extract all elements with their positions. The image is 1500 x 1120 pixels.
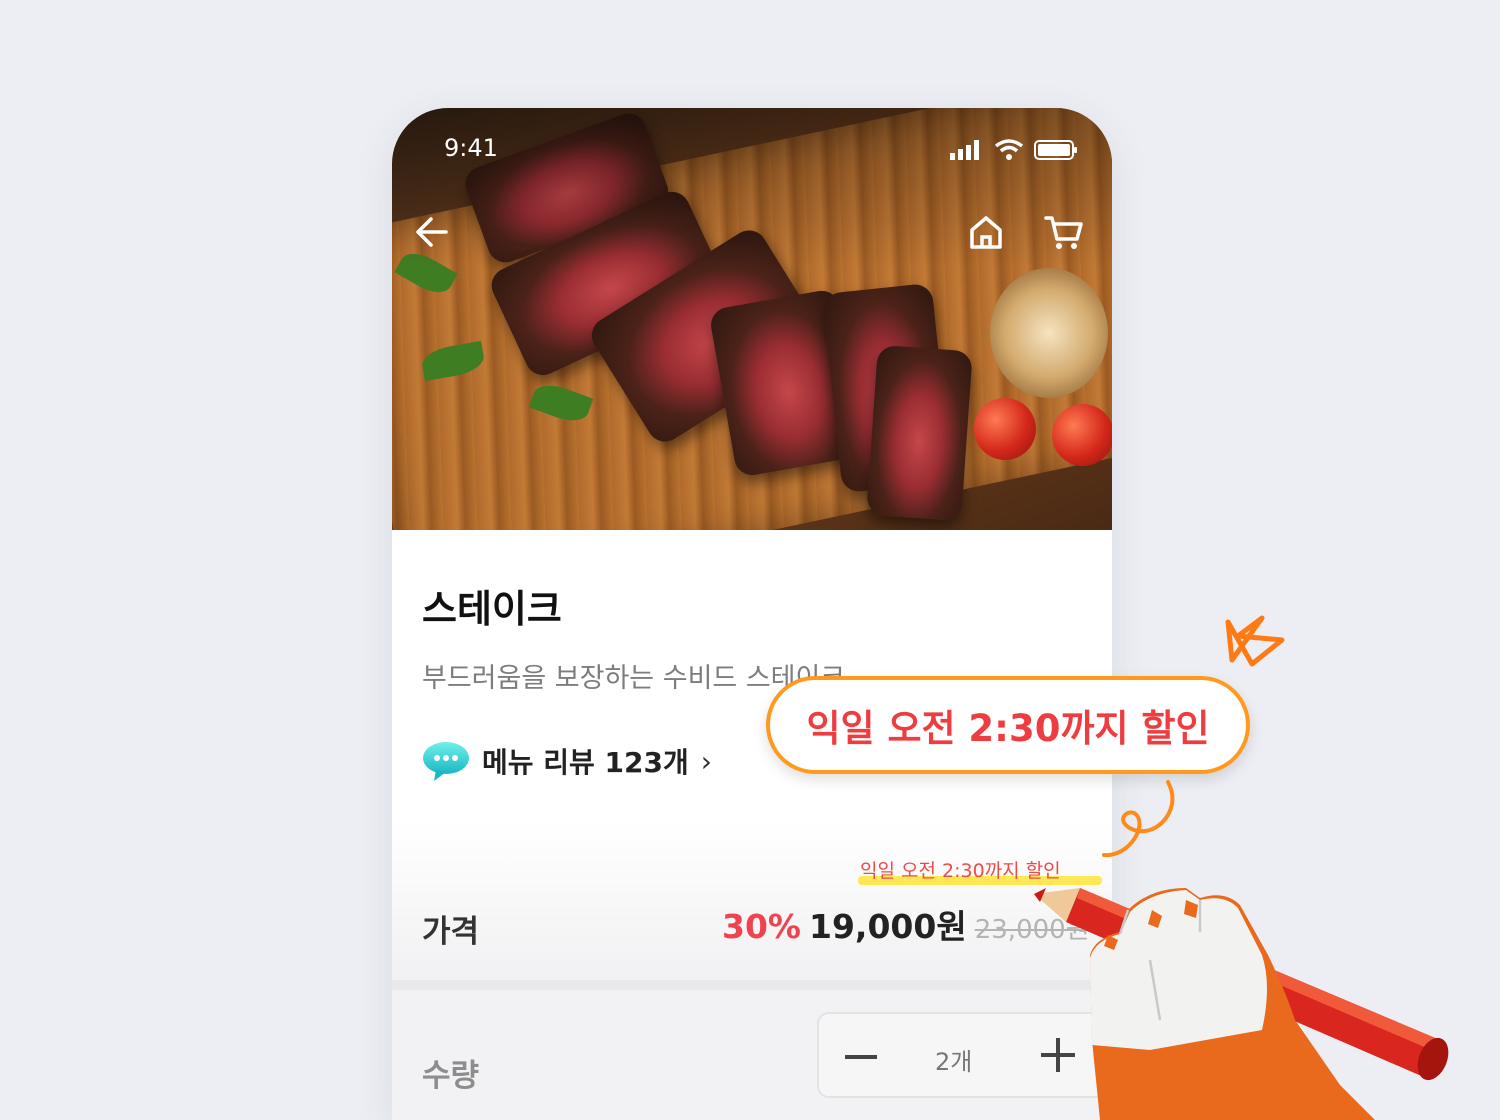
tomato (974, 398, 1036, 460)
discount-deadline-note: 익일 오전 2:30까지 할인 (860, 860, 1061, 882)
status-time: 9:41 (444, 134, 498, 162)
discount-rate: 30% (722, 907, 801, 946)
squiggle-arrow (1102, 780, 1175, 858)
quantity-label: 수량 (422, 1058, 480, 1094)
price-section: 익일 오전 2:30까지 할인 가격 30% 19,000원 23,000원 (392, 820, 1112, 980)
phone-screen: 9:41 스테이크 부드러움을 보장하는 수비드 스테이크 메뉴 리뷰 123개… (392, 108, 1112, 1120)
quantity-stepper[interactable]: 2개 (817, 1012, 1107, 1098)
quantity-value: 2개 (935, 1048, 973, 1076)
hand-icon (1090, 888, 1375, 1120)
discount-callout-bubble: 익일 오전 2:30까지 할인 (766, 676, 1250, 774)
status-icons (950, 138, 1078, 160)
product-title: 스테이크 (422, 587, 562, 631)
sale-price: 19,000원 (809, 907, 967, 946)
price-label: 가격 (422, 914, 480, 950)
callout-text: 익일 오전 2:30까지 할인 (806, 707, 1210, 750)
review-count-label: 메뉴 리뷰 123개 (482, 746, 689, 779)
wifi-icon (994, 139, 1024, 160)
chevron-right-icon: › (700, 744, 712, 778)
original-price: 23,000원 (974, 915, 1090, 945)
cart-icon[interactable] (1042, 210, 1086, 254)
home-icon[interactable] (964, 210, 1008, 254)
product-image: 9:41 (392, 108, 1112, 530)
product-detail: 스테이크 부드러움을 보장하는 수비드 스테이크 메뉴 리뷰 123개 › 익일… (392, 530, 1112, 1120)
arrow-left-icon[interactable] (410, 210, 454, 254)
tomato (1052, 404, 1112, 466)
minus-icon[interactable] (845, 1055, 877, 1059)
battery-icon (1034, 140, 1077, 160)
quantity-section: 수량 2개 (392, 980, 1112, 1120)
steak-slice (866, 344, 973, 522)
price-row: 30% 19,000원 23,000원 (722, 900, 1090, 948)
star-icon (1225, 615, 1285, 667)
chat-bubble-icon (423, 742, 469, 781)
menu-review-link[interactable]: 메뉴 리뷰 123개 › (422, 740, 712, 782)
signal-icon (950, 140, 979, 160)
grilled-onion (990, 268, 1108, 398)
plus-icon[interactable] (1041, 1038, 1075, 1072)
